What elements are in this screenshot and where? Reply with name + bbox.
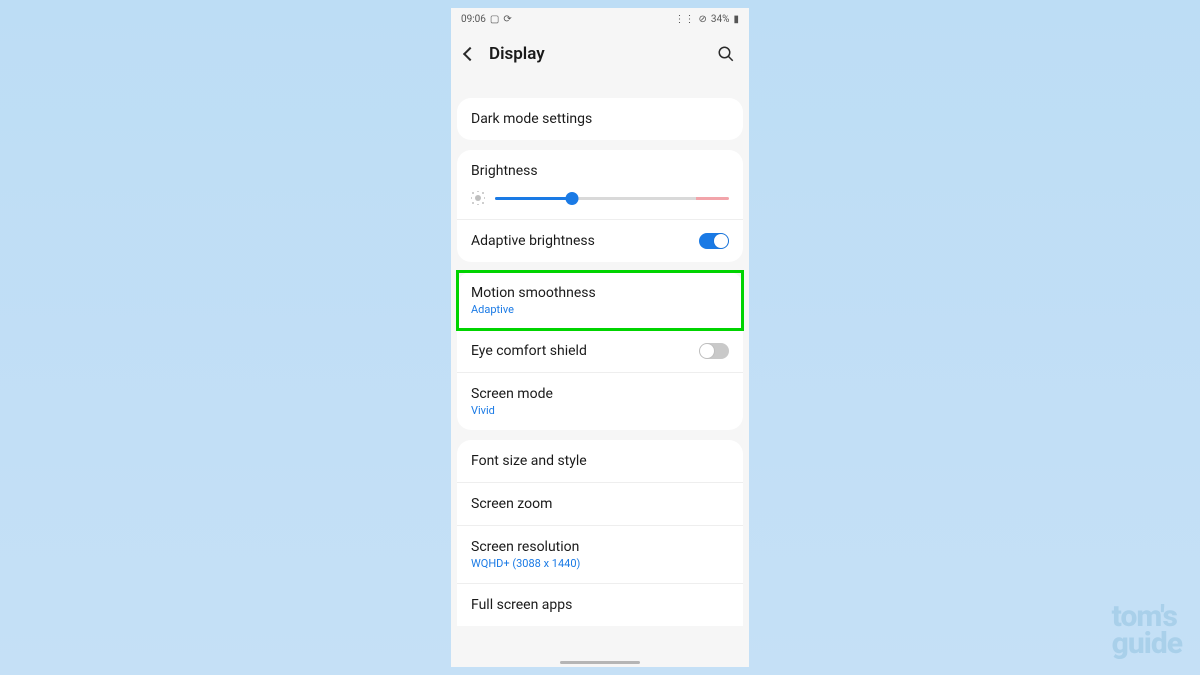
- eye-comfort-shield-row[interactable]: Eye comfort shield: [457, 329, 743, 372]
- row-label: Dark mode settings: [471, 111, 729, 127]
- row-sublabel: Vivid: [471, 404, 729, 417]
- search-icon[interactable]: [717, 45, 735, 63]
- adaptive-brightness-row[interactable]: Adaptive brightness: [457, 219, 743, 262]
- row-label: Adaptive brightness: [471, 233, 595, 249]
- page-title: Display: [489, 44, 717, 64]
- battery-percent: 34%: [711, 14, 730, 25]
- dark-mode-settings-row[interactable]: Dark mode settings: [457, 98, 743, 140]
- row-label: Eye comfort shield: [471, 343, 587, 359]
- back-icon[interactable]: [463, 47, 477, 61]
- status-bar: 09:06 ▢ ⟳ ⋮⋮ ⊘ 34% ▮: [451, 8, 749, 30]
- settings-card: Motion smoothness Adaptive Eye comfort s…: [457, 272, 743, 430]
- status-time: 09:06: [461, 14, 486, 25]
- full-screen-apps-row[interactable]: Full screen apps: [457, 583, 743, 626]
- battery-icon: ▮: [733, 14, 739, 25]
- settings-card: Brightness Adaptive brightness: [457, 150, 743, 262]
- brightness-low-icon: [471, 191, 485, 205]
- brightness-slider-row: [457, 185, 743, 219]
- do-not-disturb-icon: ⊘: [699, 14, 707, 25]
- row-label: Font size and style: [471, 453, 729, 469]
- row-label: Full screen apps: [471, 597, 729, 613]
- sync-icon: ⟳: [503, 14, 511, 25]
- image-indicator-icon: ▢: [490, 14, 499, 25]
- phone-frame: 09:06 ▢ ⟳ ⋮⋮ ⊘ 34% ▮ Display Dark mode s…: [451, 8, 749, 667]
- screen-resolution-row[interactable]: Screen resolution WQHD+ (3088 x 1440): [457, 525, 743, 583]
- screen-mode-row[interactable]: Screen mode Vivid: [457, 372, 743, 430]
- wifi-icon: ⋮⋮: [675, 14, 695, 25]
- brightness-slider[interactable]: [495, 191, 729, 205]
- row-label: Screen mode: [471, 386, 729, 402]
- eye-comfort-toggle[interactable]: [699, 343, 729, 359]
- settings-card: Dark mode settings: [457, 98, 743, 140]
- row-label: Brightness: [471, 163, 729, 179]
- brightness-label-row: Brightness: [457, 150, 743, 185]
- slider-thumb[interactable]: [566, 192, 579, 205]
- slider-fill: [495, 197, 572, 200]
- settings-card: Font size and style Screen zoom Screen r…: [457, 440, 743, 626]
- row-label: Motion smoothness: [471, 285, 729, 301]
- screen-zoom-row[interactable]: Screen zoom: [457, 482, 743, 525]
- adaptive-brightness-toggle[interactable]: [699, 233, 729, 249]
- row-sublabel: Adaptive: [471, 303, 729, 316]
- motion-smoothness-row[interactable]: Motion smoothness Adaptive: [457, 272, 743, 329]
- row-sublabel: WQHD+ (3088 x 1440): [471, 557, 729, 570]
- row-label: Screen zoom: [471, 496, 729, 512]
- watermark-logo: tom's guide: [1112, 603, 1182, 657]
- page-header: Display: [451, 30, 749, 78]
- gesture-nav-pill[interactable]: [560, 661, 640, 664]
- font-size-row[interactable]: Font size and style: [457, 440, 743, 482]
- row-label: Screen resolution: [471, 539, 729, 555]
